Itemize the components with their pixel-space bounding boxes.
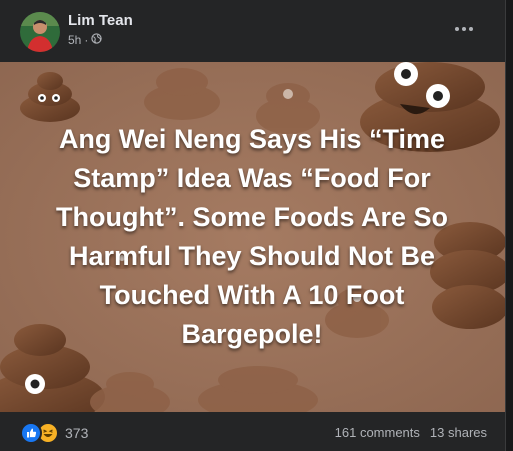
image-headline: Ang Wei Neng Says His “Time Stamp” Idea … [56, 124, 448, 349]
avatar[interactable] [20, 12, 60, 52]
author-name[interactable]: Lim Tean [68, 12, 133, 29]
post-image[interactable]: Ang Wei Neng Says His “Time Stamp” Idea … [0, 62, 505, 412]
post-header: Lim Tean 5h · [0, 0, 505, 62]
post-card: Lim Tean 5h · Ang Wei Neng Says His “Tim… [0, 0, 506, 451]
globe-icon [91, 33, 103, 47]
shares-count[interactable]: 13 shares [430, 425, 487, 440]
reactions-summary[interactable]: 373 [20, 422, 88, 444]
post-stats: 161 comments 13 shares [335, 425, 487, 440]
post-meta: 5h · [68, 33, 103, 47]
comments-count[interactable]: 161 comments [335, 425, 420, 440]
more-options-icon[interactable] [449, 18, 479, 40]
like-icon [20, 422, 42, 444]
post-time[interactable]: 5h [68, 33, 81, 47]
reactions-count: 373 [65, 425, 89, 441]
post-footer: 373 161 comments 13 shares [0, 412, 505, 451]
meta-separator: · [84, 33, 89, 47]
